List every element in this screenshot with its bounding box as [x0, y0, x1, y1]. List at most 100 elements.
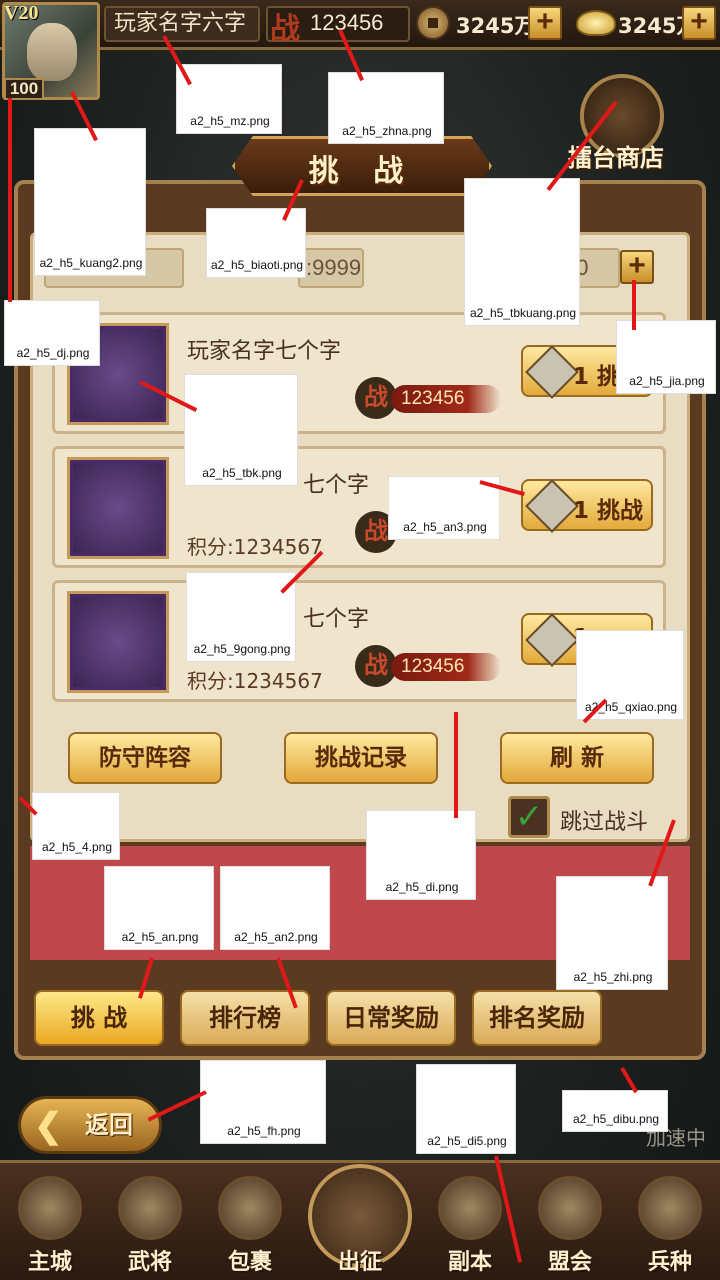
annotation-line: [632, 280, 636, 330]
skip-battle-label: 跳过战斗: [560, 810, 649, 835]
nav-main-city[interactable]: 主城: [2, 1170, 98, 1276]
copper-amount: 3245万: [456, 14, 536, 38]
annotation-callout: a2_h5_biaoti.png: [206, 208, 306, 278]
challenge-token-icon: [525, 613, 579, 667]
annotation-callout: a2_h5_an2.png: [220, 866, 330, 950]
avatar-face: [27, 23, 77, 81]
annotation-filename: a2_h5_tbkuang.png: [469, 306, 577, 320]
annotation-callout: a2_h5_di.png: [366, 810, 476, 900]
troops-icon: [638, 1176, 702, 1240]
annotation-callout: a2_h5_an3.png: [388, 476, 500, 540]
challenge-count: 1 挑: [573, 364, 621, 390]
annotation-callout: a2_h5_an.png: [104, 866, 214, 950]
panel-title: 挑 战: [308, 154, 416, 189]
annotation-filename: a2_h5_zhi.png: [573, 970, 653, 984]
opponent-name: 七个字: [303, 607, 370, 632]
annotation-callout: a2_h5_dj.png: [4, 300, 100, 366]
tab-rank-reward[interactable]: 排名奖励: [472, 990, 602, 1046]
challenge-token-icon: [525, 479, 579, 533]
nav-label: 出征: [337, 1250, 382, 1275]
add-gold-button[interactable]: +: [682, 6, 716, 40]
refresh-button[interactable]: 刷 新: [500, 732, 654, 784]
annotation-callout: a2_h5_9gong.png: [186, 572, 296, 662]
annotation-callout: a2_h5_jia.png: [616, 320, 716, 394]
annotation-callout: a2_h5_4.png: [32, 792, 120, 860]
opponent-row: 玩家名字七个字 7 战 123456 1 挑: [52, 312, 666, 434]
general-icon: [118, 1176, 182, 1240]
player-name: 玩家名字六字: [104, 6, 260, 42]
opponent-score: 积分:1234567: [187, 669, 323, 693]
back-arrow-icon: ❮: [34, 1107, 63, 1145]
tab-daily-reward[interactable]: 日常奖励: [326, 990, 456, 1046]
opponent-name: 七个字: [303, 473, 370, 498]
annotation-filename: a2_h5_dibu.png: [572, 1112, 660, 1126]
nav-troops[interactable]: 兵种: [622, 1170, 718, 1276]
power-value: 123456: [310, 10, 384, 35]
copper-coin-icon: [416, 6, 450, 40]
annotation-filename: a2_h5_biaoti.png: [210, 258, 304, 272]
annotation-callout: a2_h5_dibu.png: [562, 1090, 668, 1132]
challenge-token-icon: [525, 345, 579, 399]
annotation-filename: a2_h5_mz.png: [190, 114, 270, 128]
annotation-filename: a2_h5_an.png: [121, 930, 199, 944]
city-icon: [18, 1176, 82, 1240]
annotation-callout: a2_h5_di5.png: [416, 1064, 516, 1154]
annotation-filename: a2_h5_fh.png: [227, 1124, 301, 1138]
stat-middle: :9999: [298, 248, 364, 288]
challenge-button[interactable]: 1 挑战: [521, 479, 653, 533]
annotation-filename: a2_h5_an2.png: [234, 930, 318, 944]
nav-label: 兵种: [647, 1250, 692, 1275]
annotation-callout: a2_h5_mz.png: [176, 64, 282, 134]
opponent-power: 123456: [391, 385, 501, 413]
annotation-callout: a2_h5_zhna.png: [328, 72, 444, 144]
annotation-filename: a2_h5_jia.png: [629, 374, 705, 388]
opponent-name: 玩家名字七个字: [187, 339, 342, 364]
nav-label: 副本: [447, 1250, 492, 1275]
nav-generals[interactable]: 武将: [102, 1170, 198, 1276]
annotation-callout: a2_h5_tbk.png: [184, 374, 298, 486]
bag-icon: [218, 1176, 282, 1240]
defense-lineup-button[interactable]: 防守阵容: [68, 732, 222, 784]
nav-label: 主城: [27, 1250, 72, 1275]
annotation-line: [454, 712, 458, 818]
annotation-callout: a2_h5_qxiao.png: [576, 630, 684, 720]
annotation-filename: a2_h5_di.png: [385, 880, 459, 894]
annotation-filename: a2_h5_an3.png: [403, 520, 487, 534]
power-glyph: 战: [270, 12, 300, 47]
skip-battle-checkbox[interactable]: ✓: [508, 796, 550, 838]
level-badge: 100: [4, 78, 44, 100]
add-copper-button[interactable]: +: [528, 6, 562, 40]
opponent-portrait[interactable]: [67, 457, 169, 559]
annotation-callout: a2_h5_fh.png: [200, 1060, 326, 1144]
nav-expedition-item[interactable]: 出征: [312, 1172, 408, 1278]
challenge-record-button[interactable]: 挑战记录: [284, 732, 438, 784]
annotation-filename: a2_h5_4.png: [41, 840, 113, 854]
opponent-row: 七个字 积分:1234567 战 1 挑战: [52, 446, 666, 568]
add-challenge-button[interactable]: +: [620, 250, 654, 284]
opponent-power: 123456: [391, 653, 501, 681]
tab-challenge[interactable]: 挑 战: [34, 990, 164, 1046]
annotation-filename: a2_h5_dj.png: [16, 346, 90, 360]
annotation-filename: a2_h5_kuang2.png: [39, 256, 143, 270]
alliance-icon: [538, 1176, 602, 1240]
opponent-row: 七个字 积分:1234567 战 123456 1: [52, 580, 666, 702]
annotation-callout: a2_h5_tbkuang.png: [464, 178, 580, 326]
annotation-callout: a2_h5_zhi.png: [556, 876, 668, 990]
nav-label: 包裹: [227, 1250, 272, 1275]
annotation-filename: a2_h5_di5.png: [427, 1134, 507, 1148]
annotation-filename: a2_h5_zhna.png: [342, 124, 432, 138]
opponent-portrait[interactable]: [67, 591, 169, 693]
nav-bag[interactable]: 包裹: [202, 1170, 298, 1276]
annotation-line: [8, 98, 12, 302]
nav-label: 盟会: [547, 1250, 592, 1275]
vip-badge: V20: [4, 2, 39, 24]
annotation-callout: a2_h5_kuang2.png: [34, 128, 146, 276]
gold-ingot-icon: [576, 10, 616, 36]
annotation-filename: a2_h5_9gong.png: [193, 642, 291, 656]
annotation-filename: a2_h5_tbk.png: [202, 466, 282, 480]
challenge-count: 1 挑战: [573, 498, 644, 524]
nav-label: 武将: [127, 1250, 172, 1275]
dungeon-icon: [438, 1176, 502, 1240]
opponent-score: 积分:1234567: [187, 535, 323, 559]
nav-alliance[interactable]: 盟会: [522, 1170, 618, 1276]
